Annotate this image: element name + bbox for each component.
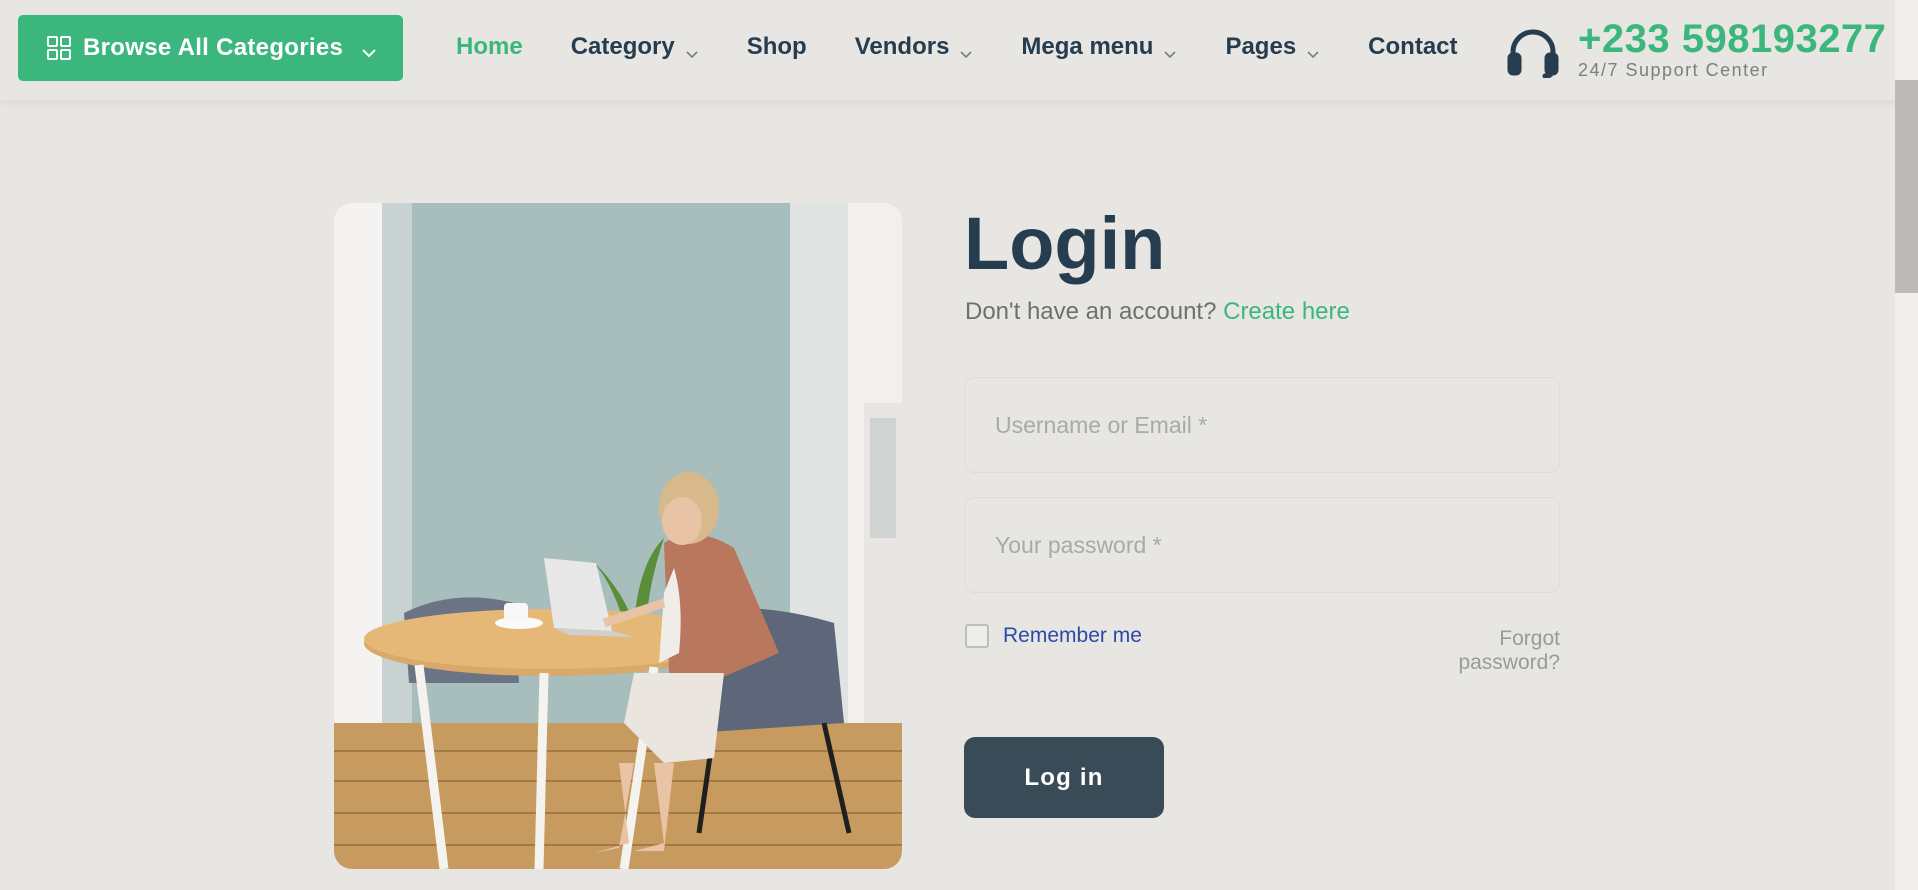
remember-me-label: Remember me	[1003, 624, 1142, 647]
nav-label: Contact	[1368, 33, 1458, 60]
scrollbar-track[interactable]	[1895, 0, 1918, 890]
support-phone[interactable]: +233 598193277	[1578, 19, 1886, 59]
support-block: +233 598193277 24/7 Support Center	[1505, 19, 1886, 81]
nav-shop[interactable]: Shop	[747, 33, 807, 61]
checkbox-icon[interactable]	[965, 624, 989, 648]
login-illustration	[334, 203, 902, 869]
nav-mega-menu[interactable]: Mega menu	[1021, 33, 1177, 61]
browse-all-categories-button[interactable]: Browse All Categories	[18, 15, 403, 81]
nav-label: Mega menu	[1021, 33, 1154, 60]
nav-category[interactable]: Category	[571, 33, 699, 61]
header-bar: Browse All Categories Home Category Shop…	[0, 0, 1895, 100]
nav-contact[interactable]: Contact	[1368, 33, 1457, 61]
nav-label: Shop	[746, 33, 807, 60]
browse-label: Browse All Categories	[83, 34, 344, 61]
nav-label: Pages	[1225, 33, 1297, 60]
chevron-down-icon	[1306, 40, 1320, 59]
nav-vendors[interactable]: Vendors	[855, 33, 974, 61]
support-subtitle: 24/7 Support Center	[1578, 60, 1769, 80]
grid-icon	[46, 35, 72, 61]
username-input[interactable]	[964, 377, 1560, 473]
signup-prompt: Don't have an account? Create here	[965, 298, 1350, 326]
nav-home[interactable]: Home	[456, 33, 523, 61]
main-nav: Home Category Shop Vendors Mega menu Pag…	[456, 30, 1506, 64]
headset-icon	[1505, 24, 1561, 78]
nav-pages[interactable]: Pages	[1225, 33, 1320, 61]
page-title: Login	[964, 202, 1166, 285]
password-input[interactable]	[964, 497, 1560, 593]
login-button[interactable]: Log in	[964, 737, 1164, 818]
nav-label: Category	[570, 33, 675, 60]
nav-label: Vendors	[854, 33, 950, 60]
forgot-password-link[interactable]: Forgot password?	[1392, 627, 1560, 675]
chevron-down-icon	[685, 40, 699, 59]
scrollbar-thumb[interactable]	[1895, 80, 1918, 293]
create-account-link[interactable]: Create here	[1223, 298, 1350, 325]
signup-prompt-text: Don't have an account?	[965, 298, 1217, 325]
chevron-down-icon	[361, 40, 377, 58]
chevron-down-icon	[1163, 40, 1177, 59]
remember-me-checkbox[interactable]: Remember me	[965, 624, 1142, 648]
chevron-down-icon	[959, 40, 973, 59]
nav-label: Home	[456, 33, 523, 60]
